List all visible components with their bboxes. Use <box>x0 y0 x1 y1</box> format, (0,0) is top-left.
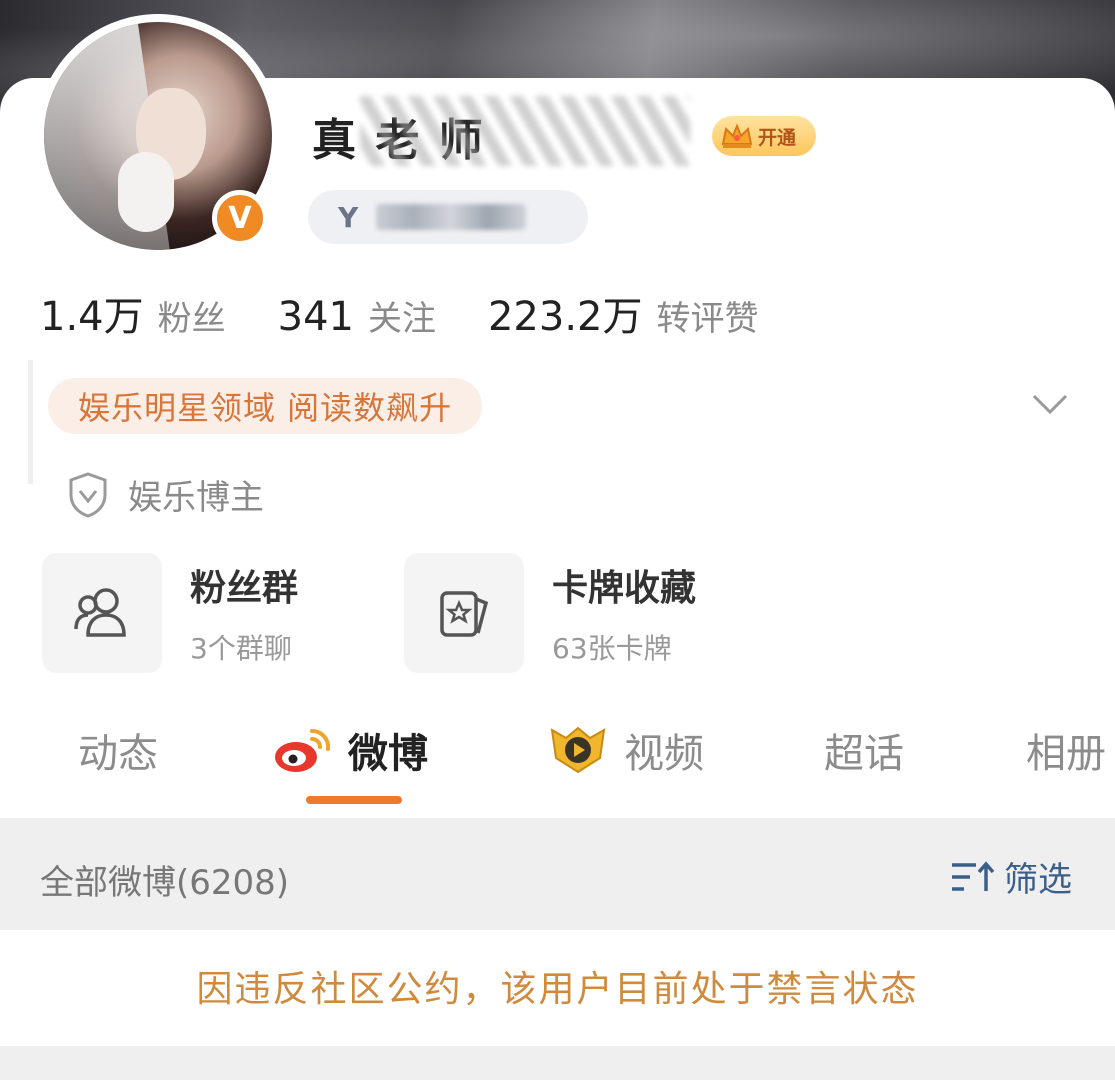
feature-fan-group[interactable]: 粉丝群 3个群聊 <box>42 553 298 673</box>
sort-icon <box>952 860 995 891</box>
filter-label: 筛选 <box>1004 860 1072 900</box>
role-label: 娱乐博主 <box>128 478 264 518</box>
stat-value: 341 <box>277 294 354 340</box>
stat-label: 转评赞 <box>656 299 759 339</box>
mute-notice: 因违反社区公约，该用户目前处于禁言状态 <box>196 969 919 1010</box>
domain-tag[interactable]: 娱乐明星领域 阅读数飙升 <box>48 378 483 434</box>
people-icon <box>74 588 126 637</box>
vip-open-button[interactable]: 开通 <box>712 116 816 156</box>
tab-weibo[interactable]: 微博 <box>272 720 428 780</box>
id-redaction <box>376 204 527 230</box>
role-row[interactable]: 娱乐博主 <box>66 470 264 519</box>
shield-icon <box>69 471 107 518</box>
tab-label: 微博 <box>348 731 428 777</box>
stat-value: 1.4万 <box>40 294 144 340</box>
feature-icon-box <box>42 553 162 673</box>
user-id-pill[interactable]: Y <box>308 190 588 244</box>
tab-label: 相册 <box>1026 731 1106 777</box>
card-icon <box>440 591 489 637</box>
feature-subtitle: 63张卡牌 <box>552 632 672 665</box>
stat-fans[interactable]: 1.4万 粉丝 <box>40 284 226 342</box>
profile-tabs: 动态 微博 视频 超话 相册 <box>0 720 1115 810</box>
feed-count: 全部微博(6208) <box>40 863 290 903</box>
verified-badge-icon: V <box>212 190 268 246</box>
crown-icon <box>721 123 753 148</box>
weibo-logo-icon <box>275 728 331 772</box>
tab-super-topic[interactable]: 超话 <box>824 720 904 780</box>
divider <box>28 360 33 484</box>
feature-subtitle: 3个群聊 <box>190 632 292 665</box>
vip-label: 开通 <box>758 126 797 149</box>
feature-title: 卡牌收藏 <box>552 568 697 609</box>
feature-card-collection[interactable]: 卡牌收藏 63张卡牌 <box>404 553 696 673</box>
stat-engagement[interactable]: 223.2万 转评赞 <box>488 284 759 342</box>
tab-label: 动态 <box>78 731 158 777</box>
tab-label: 超话 <box>824 731 904 777</box>
feature-title: 粉丝群 <box>190 568 299 609</box>
active-tab-indicator <box>306 796 402 804</box>
feature-icon-box <box>404 553 524 673</box>
stat-following[interactable]: 341 关注 <box>278 291 436 340</box>
id-icon: Y <box>338 200 359 234</box>
profile-page: V 真 老 师 开通 Y 1.4万 粉丝 341 关注 223.2万 转评赞 娱… <box>0 0 1115 1080</box>
name-redaction <box>360 96 690 166</box>
tab-label: 视频 <box>624 731 704 777</box>
stat-label: 关注 <box>367 299 436 339</box>
tab-dynamics[interactable]: 动态 <box>78 720 158 780</box>
stat-label: 粉丝 <box>157 299 226 339</box>
filter-button[interactable]: 筛选 <box>950 852 1072 901</box>
stat-value: 223.2万 <box>487 294 643 340</box>
bottom-divider <box>0 1046 1115 1080</box>
stats-row: 1.4万 粉丝 341 关注 223.2万 转评赞 <box>40 284 811 342</box>
tab-album[interactable]: 相册 <box>1026 720 1106 780</box>
video-play-icon <box>550 726 606 774</box>
tab-video[interactable]: 视频 <box>546 720 704 780</box>
chevron-down-icon[interactable] <box>1030 390 1070 420</box>
